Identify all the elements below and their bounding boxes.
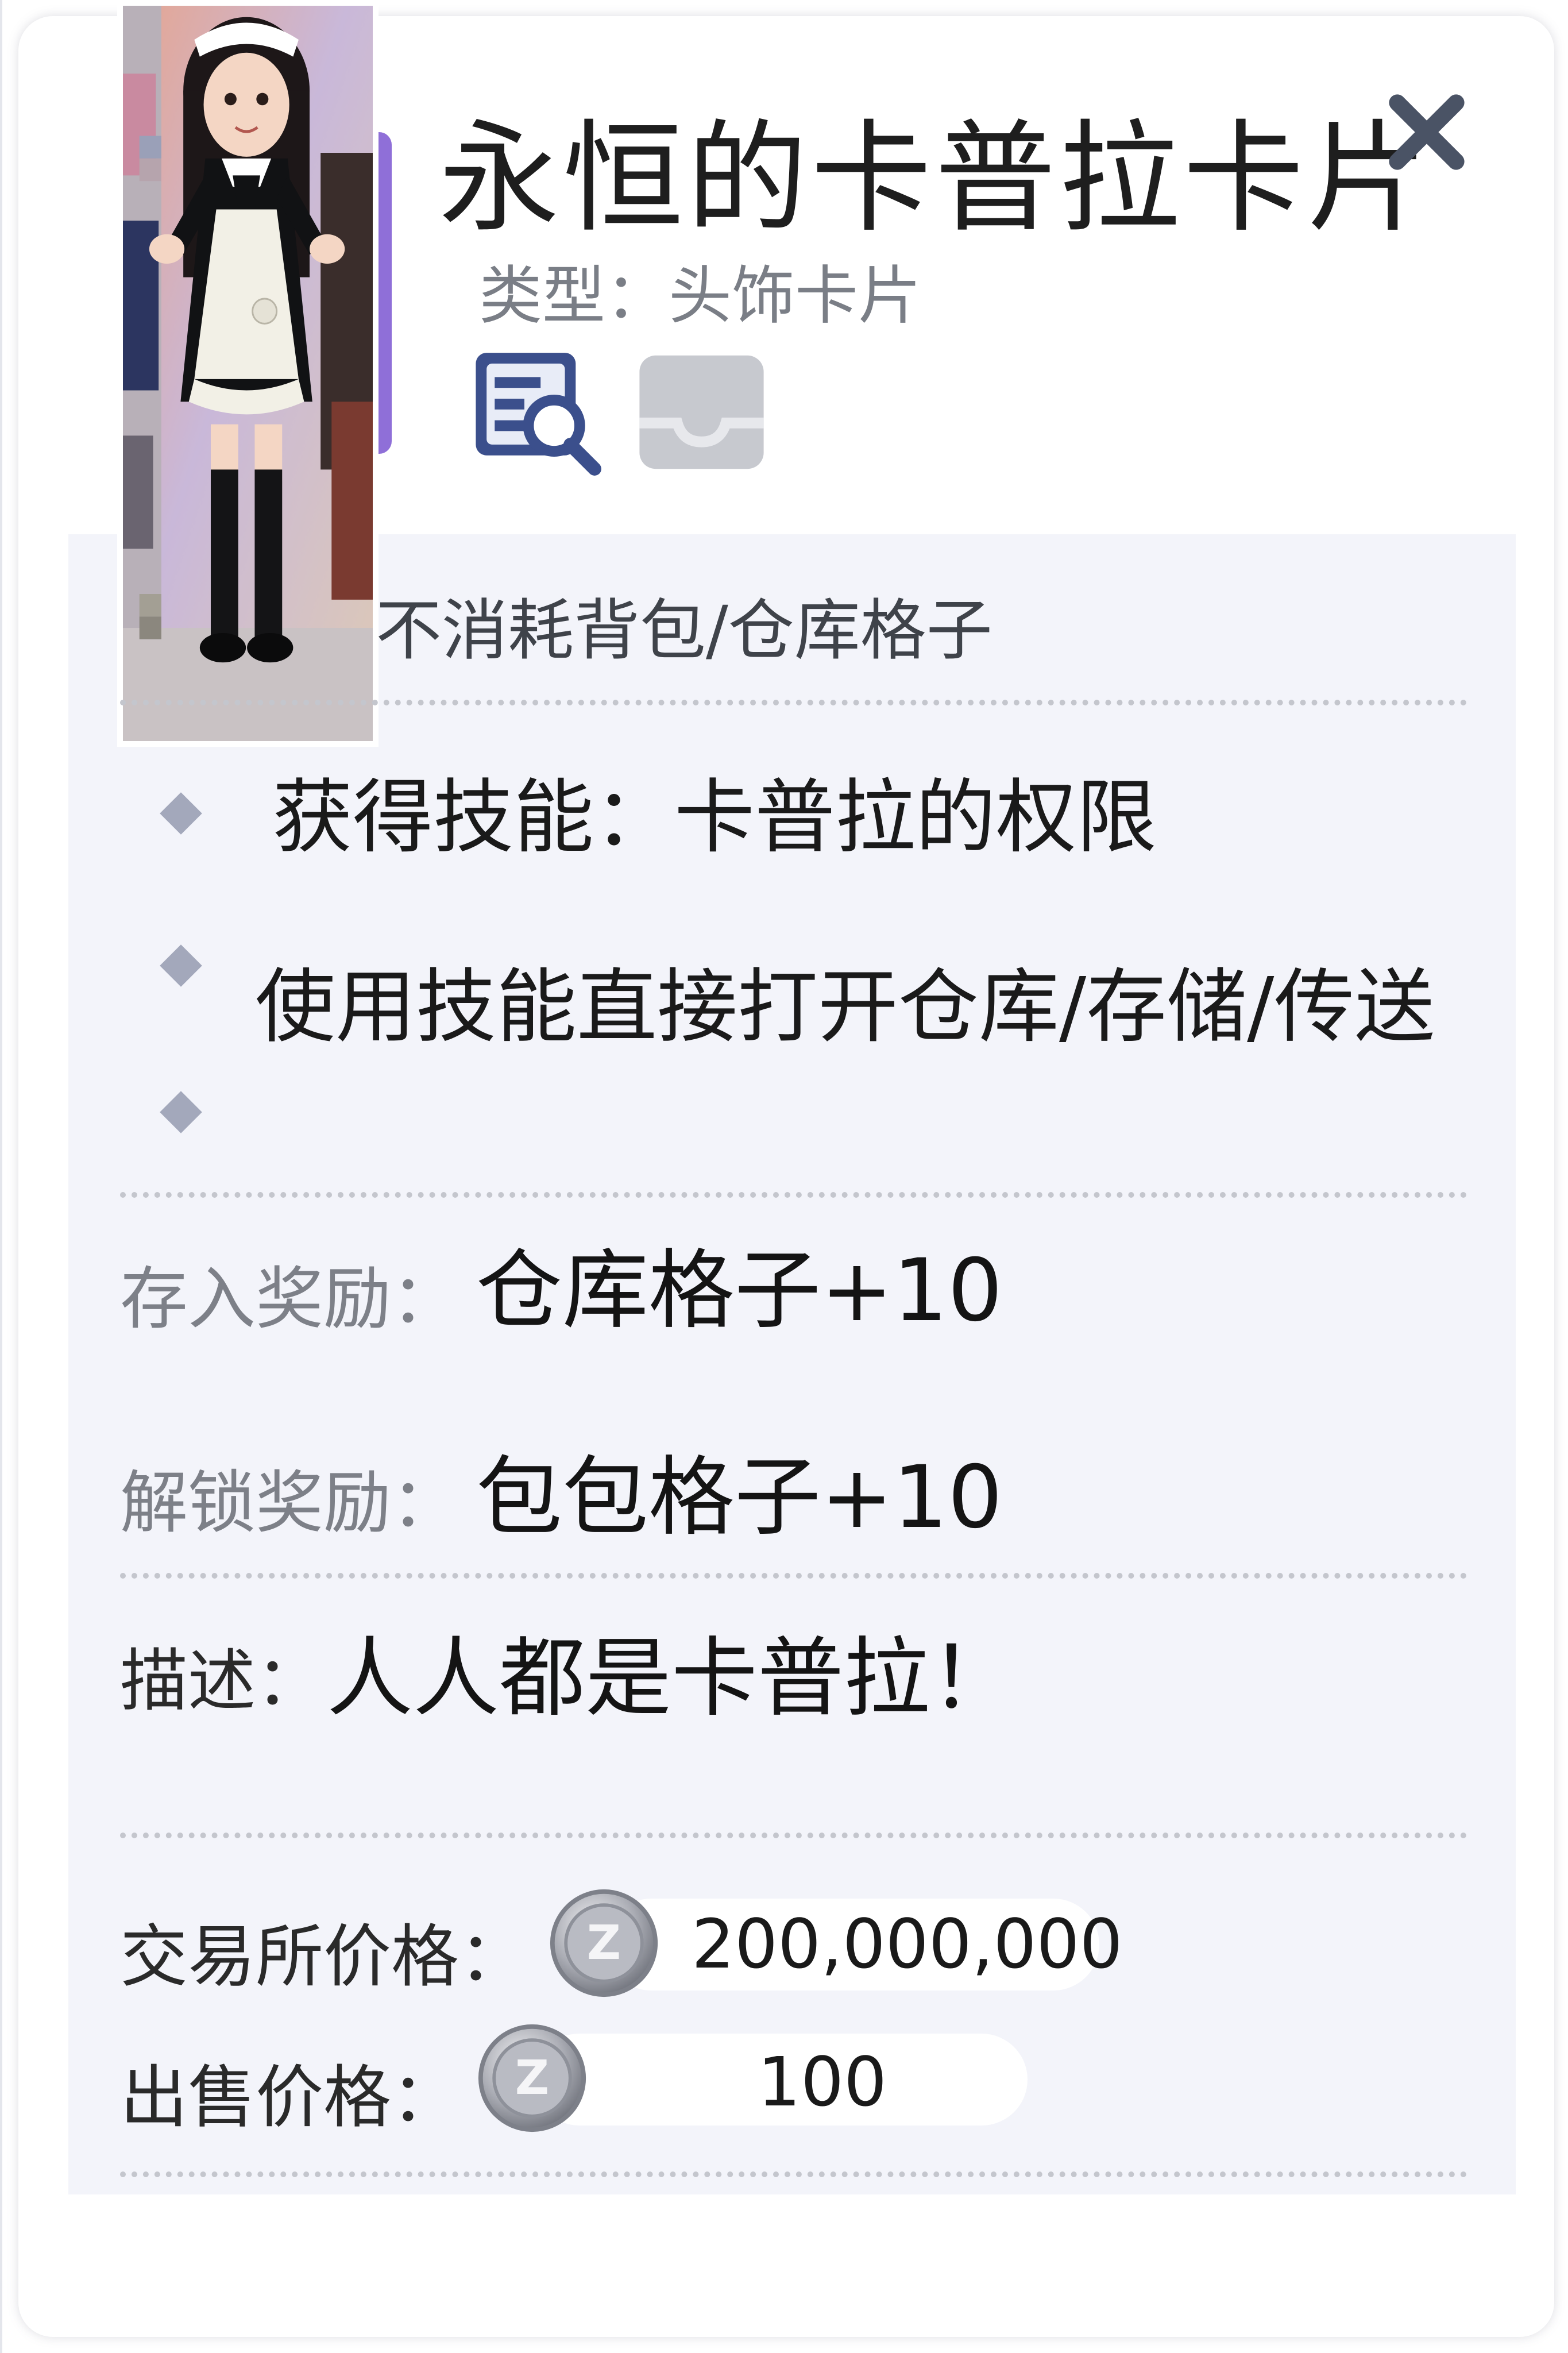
effect-item: 获得技能：卡普拉的权限 [272, 771, 1157, 865]
sell-price-value: 100 [758, 2042, 887, 2121]
close-button[interactable] [1381, 86, 1473, 178]
card-artwork [117, 0, 379, 747]
close-icon [1389, 94, 1465, 170]
effect-partial-line: 不消耗背包/仓库格子 [376, 592, 992, 669]
card-type: 类型：头饰卡片 [479, 259, 921, 333]
deposit-reward-label: 存入奖励： [120, 1259, 459, 1338]
zeny-coin-icon: Z [476, 2022, 588, 2134]
description-label: 描述： [120, 1641, 324, 1721]
exchange-price-value: 200,000,000 [692, 1904, 1123, 1984]
divider [120, 2171, 1467, 2177]
effect-item: 使用技能直接打开仓库/存储/传送 [255, 961, 1435, 1054]
storage-button[interactable] [634, 345, 769, 480]
svg-text:Z: Z [515, 2051, 549, 2105]
divider [120, 1192, 1467, 1198]
unlock-reward-value: 包包格子+10 [476, 1448, 1003, 1548]
divider [120, 700, 1467, 705]
document-search-icon [476, 353, 601, 476]
sell-price-label: 出售价格： [120, 2058, 459, 2137]
card-detail-page: 永恒的卡普拉卡片 类型：头饰卡片 不消耗背包/仓库格子 获得技能：卡普拉的权限 … [0, 0, 1568, 2353]
divider [120, 1833, 1467, 1838]
exchange-price-label: 交易所价格： [120, 1917, 527, 1996]
inspect-button[interactable] [470, 345, 605, 480]
tray-icon [639, 355, 764, 469]
deposit-reward-value: 仓库格子+10 [476, 1241, 1003, 1341]
divider [120, 1573, 1467, 1579]
description-text: 人人都是卡普拉！ [327, 1629, 1017, 1729]
zeny-coin-icon: Z [548, 1887, 660, 1999]
svg-text:Z: Z [587, 1916, 621, 1970]
card-title: 永恒的卡普拉卡片 [439, 108, 1432, 249]
unlock-reward-label: 解锁奖励： [120, 1463, 459, 1542]
